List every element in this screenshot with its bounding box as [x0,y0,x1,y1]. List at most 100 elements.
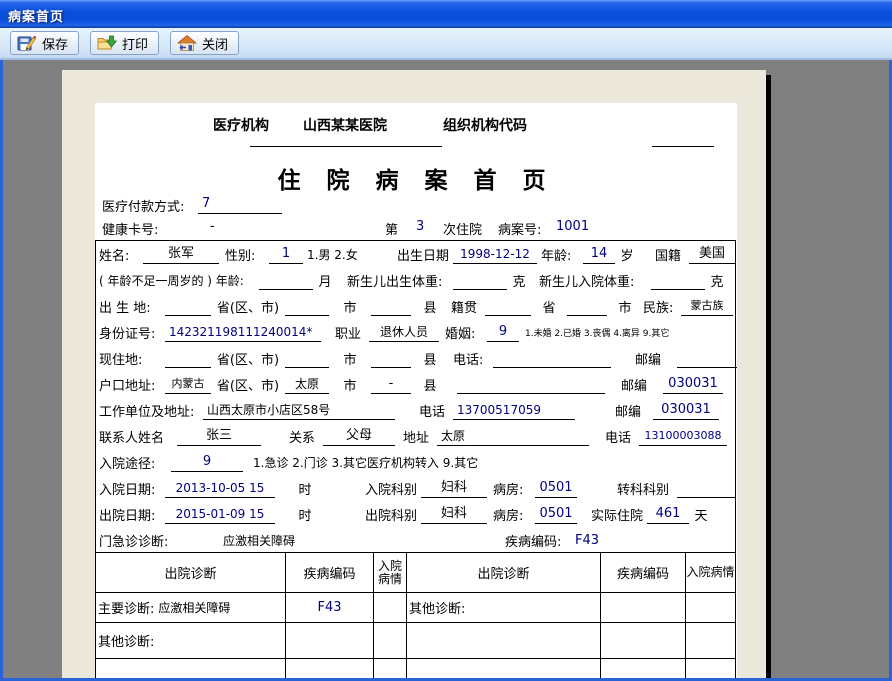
hospital-underline [250,146,442,147]
adm-date-label: 入院日期: [99,482,156,498]
adm-weight-field [651,270,705,290]
cur-tel-field [493,348,611,368]
contact-addr-label: 地址 [403,430,430,446]
dis-date-label: 出院日期: [99,508,156,524]
patient-info-box: 姓名: 张军 性别: 1 1.男 2.女 出生日期 1998-12-12 年龄:… [95,240,737,553]
disease-code-label: 疾病编码: [505,534,562,550]
work-tel-field: 13700517059 [453,400,575,420]
save-button[interactable]: 保存 [10,31,80,55]
ethnic-field: 蒙古族 [681,296,733,316]
age-field: 14 [583,244,615,264]
cell-empty [374,659,407,678]
id-field: 142321198111240014* [165,322,321,342]
cell-empty [286,659,374,678]
cell-other-condition-right [686,593,735,623]
medical-record-form: 医疗机构 山西某某医院 组织机构代码 住 院 病 案 首 页 医疗付款方式: 7… [95,103,737,678]
cell-main-code: F43 [286,593,374,623]
birthplace-city-field [285,296,329,316]
document-page: 医疗机构 山西某某医院 组织机构代码 住 院 病 案 首 页 医疗付款方式: 7… [62,70,766,678]
window-title: 病案首页 [8,10,65,25]
reg-prov-label: 省(区、市) [216,378,280,394]
toolbar: 保存 打印 关闭 [0,28,892,60]
work-label: 工作单位及地址: [99,404,195,420]
preview-area: 医疗机构 山西某某医院 组织机构代码 住 院 病 案 首 页 医疗付款方式: 7… [0,60,892,681]
row-current-address: 现住地: 省(区、市) 市 县 电话: 邮编 [99,345,737,371]
payment-row: 医疗付款方式: 7 [98,193,734,217]
dis-dept-label: 出院科别 [365,508,418,524]
header-disease-code-2: 疾病编码 [601,553,686,593]
header-discharge-diag-2: 出院诊断 [407,553,601,593]
birth-weight-label: 新生儿出生体重: [347,274,443,290]
cell-empty [407,659,601,678]
header-adm-condition-2: 入院病情 [686,553,735,593]
card-label: 健康卡号: [102,223,159,238]
sex-label: 性别: [225,248,256,264]
cell-empty [96,659,286,678]
cell-other-code-right [601,593,686,623]
cur-zip-field [677,348,737,368]
cur-county-label: 县 [423,352,437,368]
birthplace-county-field [371,296,411,316]
main-diag-label: 主要诊断: [98,602,155,617]
adm-dept-field: 妇科 [421,478,487,498]
native-city-field [567,296,607,316]
adm-hour-unit: 时 [298,482,312,498]
er-code-value: F43 [575,532,600,548]
sex-field: 1 [269,244,303,264]
page-title: 住 院 病 案 首 页 [277,167,555,194]
save-label: 保存 [42,37,69,53]
org-code-label: 组织机构代码 [443,118,527,134]
header-adm-condition-1: 入院病情 [374,553,407,593]
ethnic-label: 民族: [643,300,674,316]
pay-label: 医疗付款方式: [102,200,185,215]
county-label: 县 [423,300,437,316]
admission-count-suffix: 次住院 [443,223,483,238]
reg-city-label: 市 [343,378,357,394]
work-tel-label: 电话 [419,404,446,420]
dis-date-field: 2015-01-09 15 [165,504,275,524]
stay-unit: 天 [694,508,708,524]
native-prov-label: 省 [542,300,556,316]
prov-label: 省(区、市) [216,300,280,316]
row-discharge-date: 出院日期: 2015-01-09 15 时 出院科别 妇科 病房: 0501 实… [99,501,735,527]
contact-field: 张三 [177,426,261,446]
cell-empty [686,623,735,659]
cell-other-diag-right: 其他诊断: [407,593,601,623]
cur-tel-label: 电话: [453,352,484,368]
row-work-unit: 工作单位及地址: 山西太原市小店区58号 电话 13700517059 邮编 0… [99,397,735,423]
org-label: 医疗机构 [213,118,269,134]
name-label: 姓名: [99,248,130,264]
work-field: 山西太原市小店区58号 [203,400,395,420]
admission-count-field: 3 [416,219,425,234]
titlebar: 病案首页 [0,0,892,28]
row-infant: ( 年龄不足一周岁的 ) 年龄: 月 新生儿出生体重: 克 新生儿入院体重: 克 [99,267,735,293]
cur-county-field [371,348,411,368]
close-button[interactable]: 关闭 [170,31,240,55]
birth-label: 出生日期 [397,248,450,264]
close-label: 关闭 [202,37,229,53]
cell-main-diag: 主要诊断: 应激相关障碍 [96,593,286,623]
cur-zip-label: 邮编 [635,352,662,368]
work-zip-field: 030031 [653,400,719,420]
card-field: - [210,219,215,234]
record-no-label: 病案号: [498,223,542,238]
birth-weight-unit: 克 [512,274,526,290]
city-label: 市 [343,300,357,316]
infant-age-label: ( 年龄不足一周岁的 ) 年龄: [99,273,244,288]
infant-age-unit: 月 [318,274,332,290]
row-name-sex-birth: 姓名: 张军 性别: 1 1.男 2.女 出生日期 1998-12-12 年龄:… [99,241,735,267]
reg-detail-field [457,374,605,394]
adm-path-field: 9 [171,452,243,472]
hospital-name: 山西某某医院 [303,118,387,134]
contact-label: 联系人姓名 [99,430,165,446]
adm-path-label: 入院途径: [99,456,156,472]
adm-weight-label: 新生儿入院体重: [539,274,635,290]
org-code-underline [652,146,714,147]
print-button[interactable]: 打印 [90,31,160,55]
stay-field: 461 [647,504,689,524]
native-prov-field [485,296,531,316]
dis-dept-field: 妇科 [421,504,487,524]
cur-city-label: 市 [343,352,357,368]
cur-city-field [285,348,329,368]
name-field: 张军 [143,244,219,264]
